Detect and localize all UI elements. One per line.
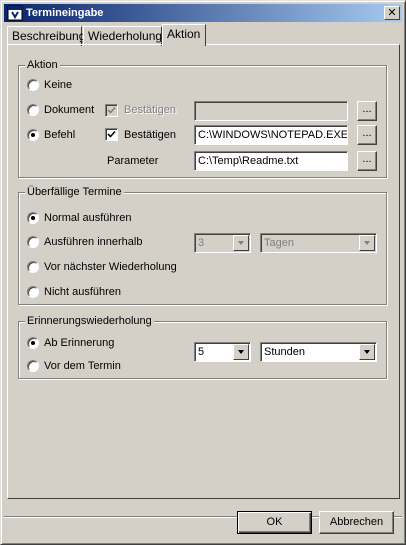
tab-wiederholung-label: Wiederholung — [88, 29, 163, 43]
window-title: Termineingabe — [26, 7, 104, 19]
tab-aktion-label: Aktion — [167, 27, 201, 41]
tab-aktion[interactable]: Aktion — [162, 24, 206, 46]
ok-button[interactable]: OK — [237, 511, 312, 534]
close-button[interactable]: ✕ — [384, 6, 400, 20]
tab-panel-aktion — [7, 44, 400, 499]
tab-beschreibung[interactable]: Beschreibung — [7, 26, 86, 46]
tab-wiederholung[interactable]: Wiederholung — [83, 26, 162, 46]
tab-beschreibung-label: Beschreibung — [12, 29, 86, 43]
cancel-button[interactable]: Abbrechen — [319, 511, 394, 534]
dialog-window: Termineingabe ✕ Beschreibung Wiederholun… — [0, 0, 406, 545]
title-bar[interactable]: Termineingabe ✕ — [4, 4, 402, 22]
close-icon: ✕ — [387, 6, 397, 19]
calendar-app-icon — [7, 5, 23, 21]
